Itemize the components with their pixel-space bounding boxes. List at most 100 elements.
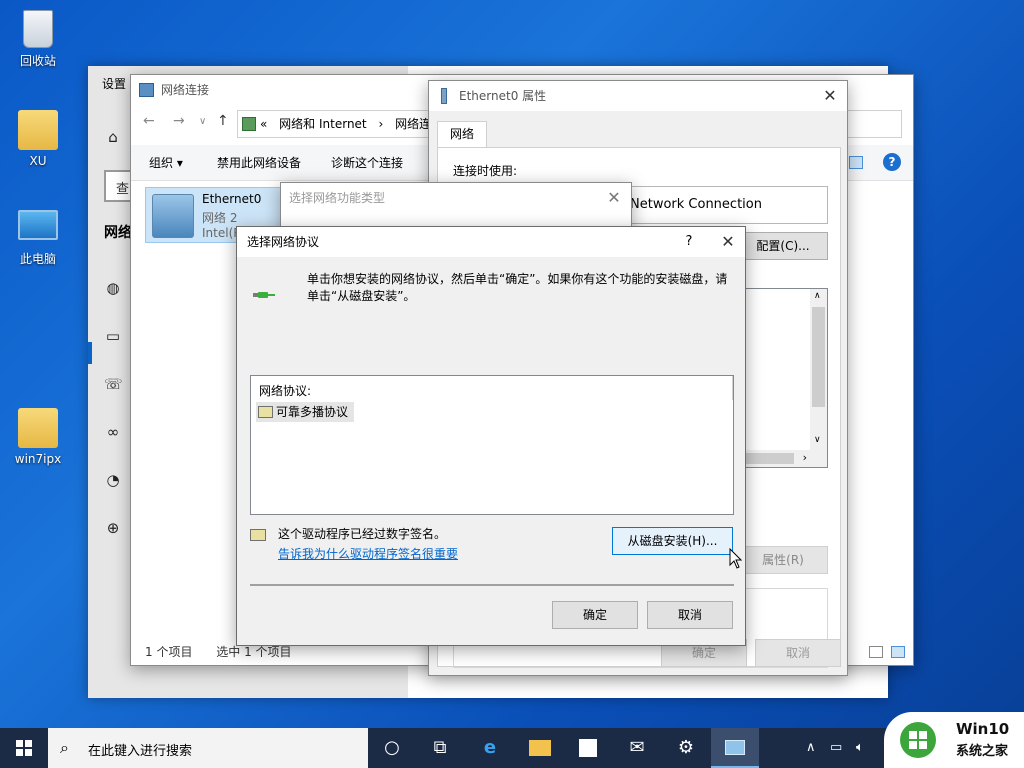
large-icons-view-icon[interactable] xyxy=(891,646,905,658)
protocol-list-header: 网络协议: xyxy=(259,384,312,398)
breadcrumb-network-internet[interactable]: 网络和 Internet xyxy=(279,117,366,131)
mouse-cursor-icon xyxy=(729,548,743,569)
settings-gear-icon[interactable]: ⚙ xyxy=(662,728,710,768)
ethernet-icon[interactable]: ▭ xyxy=(104,327,122,345)
help-icon[interactable]: ? xyxy=(679,227,699,257)
window-title: 选择网络功能类型 xyxy=(289,191,386,205)
forward-arrow-icon[interactable]: → xyxy=(173,113,185,129)
network-connections-icon xyxy=(139,83,154,97)
window-title-bar: 选择网络功能类型 ✕ xyxy=(281,183,631,213)
settings-section-heading: 网络 xyxy=(104,225,132,241)
desktop-icon-label: XU xyxy=(29,154,47,168)
folder-shape xyxy=(529,740,551,756)
network-cable-icon xyxy=(253,292,275,298)
watermark-line2: 系统之家 xyxy=(956,744,1009,759)
edge-browser-icon[interactable]: e xyxy=(466,728,514,768)
desktop-icon-user-folder[interactable]: XU xyxy=(0,110,76,168)
proxy-globe-icon[interactable]: ⊕ xyxy=(104,519,122,537)
recycle-bin-icon xyxy=(23,10,53,48)
select-protocol-dialog: 选择网络协议 ? ✕ 单击你想安装的网络协议，然后单击“确定”。如果你有这个功能… xyxy=(236,226,746,646)
window-title-bar: Ethernet0 属性 ✕ xyxy=(429,81,847,111)
instruction-text: 单击你想安装的网络协议，然后单击“确定”。如果你有这个功能的安装磁盘，请单击“从… xyxy=(307,272,728,303)
vpn-icon[interactable]: ∞ xyxy=(104,423,122,441)
data-usage-icon[interactable]: ◔ xyxy=(104,471,122,489)
file-explorer-icon[interactable] xyxy=(515,728,563,768)
computer-icon xyxy=(18,210,58,240)
network-folder-icon xyxy=(242,117,256,131)
watermark-logo: Win10 系统之家 xyxy=(884,712,1024,768)
separator xyxy=(250,584,734,586)
network-adapter-icon xyxy=(152,194,194,238)
folder-icon xyxy=(18,408,58,448)
tab-network[interactable]: 网络 xyxy=(437,121,487,147)
protocol-icon xyxy=(258,406,273,418)
disable-device-button[interactable]: 禁用此网络设备 xyxy=(217,154,301,171)
taskbar: ⌕ 在此键入进行搜索 ○ ⧉ e ✉ ⚙ ∧ ▭ 🔈︎ xyxy=(0,728,1024,768)
properties-button[interactable]: 属性(R) xyxy=(738,546,828,574)
cortana-icon[interactable]: ○ xyxy=(368,728,416,768)
start-button[interactable] xyxy=(0,728,48,768)
diagnose-connection-button[interactable]: 诊断这个连接 xyxy=(331,154,403,171)
protocol-list-item[interactable]: 可靠多播协议 xyxy=(256,402,355,422)
view-pane-icon[interactable] xyxy=(849,156,863,169)
tray-chevron-icon[interactable]: ∧ xyxy=(806,728,816,768)
network-connections-taskbar-icon[interactable] xyxy=(711,728,759,768)
taskbar-search-box[interactable]: ⌕ 在此键入进行搜索 xyxy=(48,728,368,768)
selected-indicator xyxy=(88,342,92,364)
help-icon[interactable]: ? xyxy=(883,153,901,171)
desktop-icon-label: 此电脑 xyxy=(19,252,56,266)
windows-logo-icon xyxy=(16,740,32,756)
user-folder-icon xyxy=(18,110,58,150)
selected-count: 选中 1 个项目 xyxy=(216,645,292,659)
desktop-icon-recycle-bin[interactable]: 回收站 xyxy=(0,10,76,69)
close-icon[interactable]: ✕ xyxy=(711,227,745,257)
certificate-icon xyxy=(250,529,266,541)
up-arrow-icon[interactable]: ↑ xyxy=(217,113,229,129)
tray-volume-icon[interactable]: 🔈︎ xyxy=(856,728,864,768)
desktop-icon-label: 回收站 xyxy=(19,54,56,68)
search-icon: ⌕ xyxy=(60,738,69,757)
have-disk-button[interactable]: 从磁盘安装(H)... xyxy=(612,527,733,555)
vertical-scrollbar[interactable]: ∧ ∨ xyxy=(810,289,827,451)
watermark-line1: Win10 xyxy=(956,720,1010,738)
organize-menu[interactable]: 组织 ▾ xyxy=(149,154,183,171)
driver-signed-text: 这个驱动程序已经过数字签名。 xyxy=(278,527,447,541)
network-adapter-small-icon xyxy=(441,88,447,104)
dialup-icon[interactable]: ☏ xyxy=(104,375,123,393)
window-title: Ethernet0 属性 xyxy=(459,89,547,103)
home-icon[interactable]: ⌂ xyxy=(104,128,122,146)
cancel-button[interactable]: 取消 xyxy=(647,601,733,629)
breadcrumb-separator: › xyxy=(378,117,384,131)
scroll-up-icon[interactable]: ∧ xyxy=(814,291,821,301)
close-icon[interactable]: ✕ xyxy=(597,183,631,213)
window-title: 网络连接 xyxy=(161,83,210,97)
desktop-icon-this-pc[interactable]: 此电脑 xyxy=(0,210,76,267)
mail-icon[interactable]: ✉ xyxy=(613,728,661,768)
back-arrow-icon[interactable]: ← xyxy=(143,113,155,129)
details-view-icon[interactable] xyxy=(869,646,883,658)
settings-title: 设置 xyxy=(102,77,127,91)
ok-button[interactable]: 确定 xyxy=(552,601,638,629)
driver-signing-link[interactable]: 告诉我为什么驱动程序签名很重要 xyxy=(278,545,458,562)
protocol-label: 可靠多播协议 xyxy=(276,405,349,419)
adapter-name: Ethernet0 xyxy=(202,192,262,206)
tray-network-icon[interactable]: ▭ xyxy=(830,728,842,768)
item-count: 1 个项目 xyxy=(145,645,193,659)
globe-status-icon[interactable]: ◍ xyxy=(104,279,122,297)
scroll-thumb[interactable] xyxy=(812,307,825,407)
control-panel-shape xyxy=(725,740,745,755)
desktop-icon-label: win7ipx xyxy=(14,452,62,466)
window-title: 选择网络协议 xyxy=(247,235,320,249)
cancel-button[interactable]: 取消 xyxy=(755,639,841,667)
breadcrumb-prefix[interactable]: « xyxy=(260,117,267,131)
connect-using-label: 连接时使用: xyxy=(453,164,518,178)
desktop-icon-folder[interactable]: win7ipx xyxy=(0,408,76,466)
task-view-icon[interactable]: ⧉ xyxy=(416,728,464,768)
store-icon[interactable] xyxy=(564,728,612,768)
scroll-right-icon[interactable]: › xyxy=(803,451,807,464)
protocol-list[interactable]: 网络协议: 可靠多播协议 xyxy=(250,375,734,515)
scroll-down-icon[interactable]: ∨ xyxy=(814,435,821,445)
recent-chevron-icon[interactable]: ∨ xyxy=(199,116,206,127)
close-icon[interactable]: ✕ xyxy=(813,81,847,111)
configure-button[interactable]: 配置(C)... xyxy=(738,232,828,260)
